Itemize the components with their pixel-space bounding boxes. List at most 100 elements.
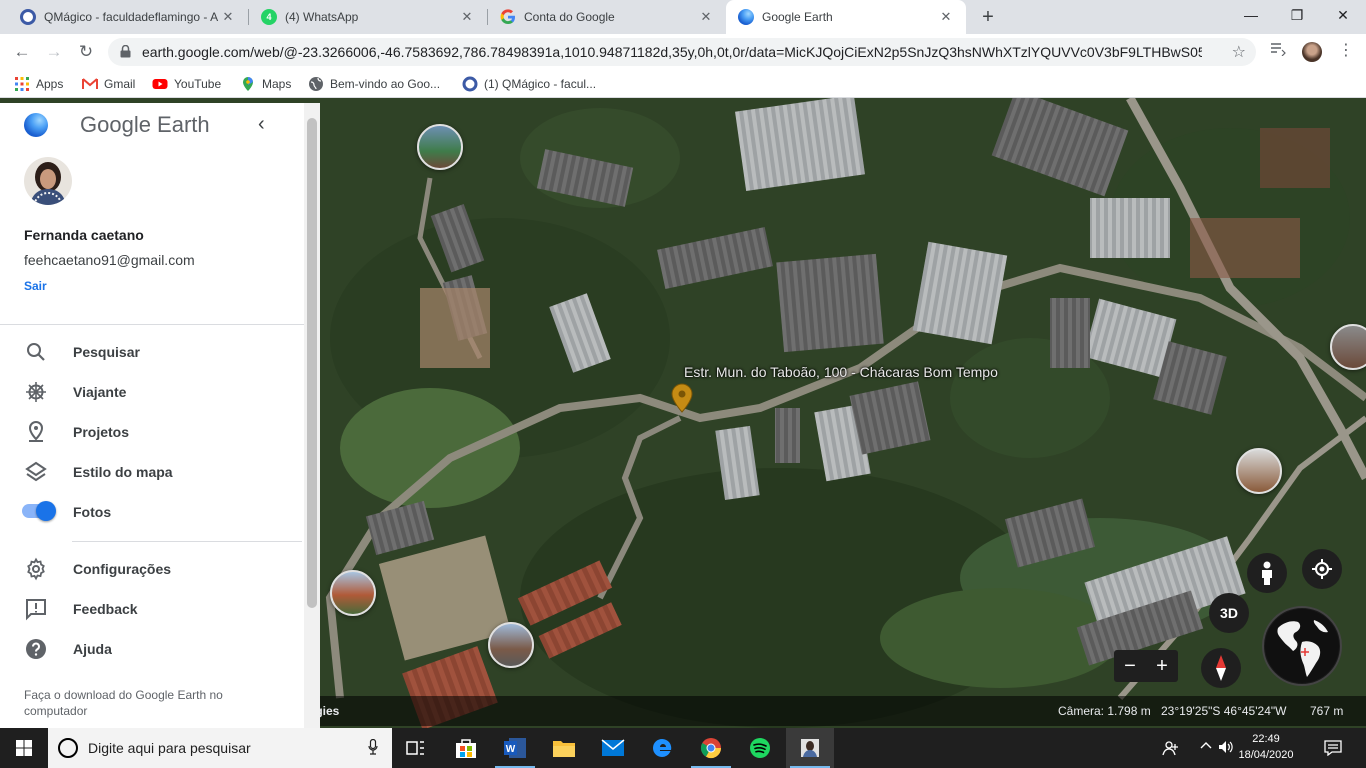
menu-item-search[interactable]: Pesquisar xyxy=(0,332,300,372)
menu-kebab-icon[interactable]: ⋮ xyxy=(1338,40,1354,60)
scrollbar-thumb[interactable] xyxy=(307,118,317,608)
photo-thumbnail[interactable] xyxy=(417,124,463,170)
taskbar-word[interactable]: W xyxy=(491,728,539,768)
menu-item-voyager[interactable]: Viajante xyxy=(0,372,300,412)
toggle-knob xyxy=(36,501,56,521)
svg-text:W: W xyxy=(506,744,516,755)
taskbar-chrome[interactable] xyxy=(687,728,735,768)
taskbar-clock[interactable]: 22:49 18/04/2020 xyxy=(1236,731,1296,763)
zoom-in-button[interactable]: + xyxy=(1146,650,1178,682)
tab-google-account[interactable]: Conta do Google ✕ xyxy=(488,0,726,34)
taskbar-mail[interactable] xyxy=(589,728,637,768)
bookmark-star-icon[interactable]: ☆ xyxy=(1232,42,1246,62)
close-icon[interactable]: ✕ xyxy=(698,9,714,25)
taskbar-store[interactable] xyxy=(442,728,490,768)
address-bar[interactable]: earth.google.com/web/@-23.3266006,-46.75… xyxy=(108,38,1256,66)
clock-time: 22:49 xyxy=(1252,733,1280,745)
menu-label: Configurações xyxy=(73,561,172,577)
taskbar-photo-app[interactable] xyxy=(786,728,834,768)
volume-icon[interactable] xyxy=(1218,740,1234,757)
gmail-icon xyxy=(82,78,98,89)
compass-button[interactable] xyxy=(1201,648,1241,688)
browser-toolbar: ← → ↻ earth.google.com/web/@-23.3266006,… xyxy=(0,34,1366,70)
microphone-icon[interactable] xyxy=(368,739,378,755)
lock-icon xyxy=(120,45,131,58)
taskbar-spotify[interactable] xyxy=(736,728,784,768)
menu-item-settings[interactable]: Configurações xyxy=(0,549,300,589)
new-tab-button[interactable]: + xyxy=(976,5,1000,29)
taskbar-search[interactable]: Digite aqui para pesquisar xyxy=(48,728,392,768)
start-button[interactable] xyxy=(0,728,48,768)
close-icon[interactable]: ✕ xyxy=(220,9,236,25)
tab-google-earth[interactable]: Google Earth ✕ xyxy=(726,0,966,34)
place-label[interactable]: Estr. Mun. do Taboão, 100 - Chácaras Bom… xyxy=(684,364,998,380)
google-earth-icon xyxy=(738,9,754,25)
photo-thumbnail[interactable] xyxy=(1236,448,1282,494)
location-pin-icon[interactable] xyxy=(671,383,693,413)
reading-list-icon[interactable] xyxy=(1270,42,1286,59)
close-icon[interactable]: ✕ xyxy=(938,9,954,25)
user-photo xyxy=(24,157,72,205)
bookmark-youtube[interactable]: YouTube xyxy=(152,75,221,93)
people-icon[interactable] xyxy=(1162,740,1180,759)
mail-icon xyxy=(601,739,625,756)
close-icon[interactable]: ✕ xyxy=(459,9,475,25)
minimize-button[interactable]: — xyxy=(1228,0,1274,30)
menu-label: Pesquisar xyxy=(73,344,140,360)
bookmark-qmagico[interactable]: (1) QMágico - facul... xyxy=(462,75,596,93)
action-center-icon[interactable] xyxy=(1324,740,1342,759)
my-location-button[interactable] xyxy=(1302,549,1342,589)
photo-thumbnail[interactable] xyxy=(330,570,376,616)
bookmark-gmail[interactable]: Gmail xyxy=(82,75,135,93)
back-button[interactable]: ← xyxy=(10,40,34,64)
menu-item-photos[interactable]: Fotos xyxy=(0,492,300,532)
zoom-out-button[interactable]: − xyxy=(1114,650,1146,682)
3d-toggle-button[interactable]: 3D xyxy=(1209,593,1249,633)
photo-thumbnail[interactable] xyxy=(488,622,534,668)
apps-grid-icon xyxy=(15,77,29,91)
reload-button[interactable]: ↻ xyxy=(74,40,98,64)
task-view-button[interactable] xyxy=(392,728,440,768)
profile-avatar[interactable] xyxy=(1302,42,1322,62)
collapse-sidebar-button[interactable]: ‹ xyxy=(258,113,265,136)
gear-icon xyxy=(27,557,45,581)
bookmark-label: Gmail xyxy=(104,77,136,91)
sidebar-scrollbar[interactable] xyxy=(304,103,320,728)
maximize-button[interactable]: ❐ xyxy=(1274,0,1320,30)
bookmark-apps[interactable]: Apps xyxy=(14,75,63,93)
bookmark-label: Bem-vindo ao Goo... xyxy=(330,77,441,91)
ship-wheel-icon xyxy=(26,382,46,402)
bookmark-maps[interactable]: Maps xyxy=(240,75,291,93)
forward-button[interactable]: → xyxy=(42,40,66,64)
bookmark-welcome[interactable]: Bem-vindo ao Goo... xyxy=(308,75,440,93)
camera-altitude: Câmera: 1.798 m xyxy=(1058,704,1151,718)
window-close-button[interactable]: ✕ xyxy=(1320,0,1366,30)
menu-item-map-style[interactable]: Estilo do mapa xyxy=(0,452,300,492)
google-earth-logo-icon xyxy=(24,113,48,137)
spotify-icon xyxy=(750,738,770,758)
google-icon xyxy=(500,9,516,25)
user-name: Fernanda caetano xyxy=(24,227,144,243)
map-pin-icon xyxy=(28,420,44,442)
tab-strip: QMágico - faculdadeflamingo - A ✕ 4 (4) … xyxy=(0,0,1366,34)
tray-chevron-up-icon[interactable] xyxy=(1200,740,1212,755)
download-earth-link[interactable]: Faça o download do Google Earth no compu… xyxy=(24,687,264,719)
divider xyxy=(0,324,304,325)
bookmark-label: Maps xyxy=(262,77,292,91)
tab-qmagico[interactable]: QMágico - faculdadeflamingo - A ✕ xyxy=(8,0,248,34)
sign-out-link[interactable]: Sair xyxy=(24,279,47,293)
street-view-button[interactable] xyxy=(1247,553,1287,593)
user-avatar[interactable] xyxy=(24,157,72,205)
menu-item-feedback[interactable]: Feedback xyxy=(0,589,300,629)
tab-whatsapp[interactable]: 4 (4) WhatsApp ✕ xyxy=(249,0,487,34)
bookmark-label: YouTube xyxy=(174,77,222,91)
brand-title: Google Earth xyxy=(80,112,210,137)
menu-item-help[interactable]: Ajuda xyxy=(0,629,300,669)
photos-toggle[interactable] xyxy=(22,501,56,521)
layers-icon xyxy=(25,461,47,482)
taskbar-edge[interactable] xyxy=(638,728,686,768)
taskbar-file-explorer[interactable] xyxy=(540,728,588,768)
edge-icon xyxy=(653,738,672,757)
menu-item-projects[interactable]: Projetos xyxy=(0,412,300,452)
globe-overview[interactable] xyxy=(1262,606,1342,686)
